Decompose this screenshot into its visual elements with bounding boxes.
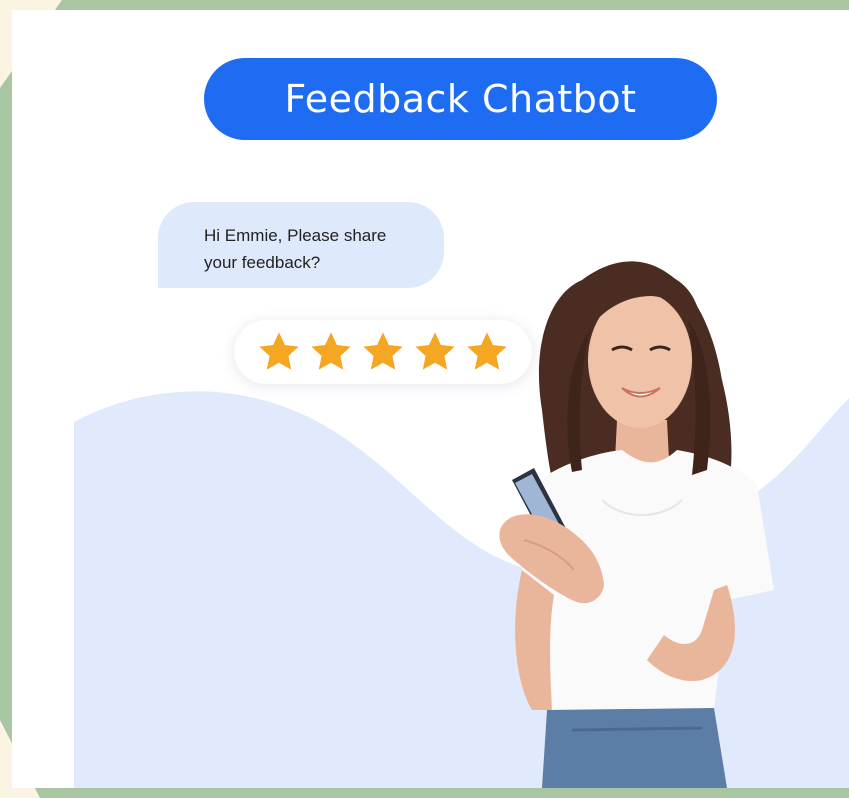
star-icon[interactable] [359,328,407,376]
chat-message-line: Hi Emmie, Please share [204,226,387,245]
chat-message-line: your feedback? [204,253,321,272]
star-icon[interactable] [255,328,303,376]
feedback-card: Feedback Chatbot Hi Emmie, Please share … [12,10,849,788]
title-banner: Feedback Chatbot [204,58,717,140]
woman-with-phone-illustration [499,261,774,788]
star-icon[interactable] [307,328,355,376]
page-title: Feedback Chatbot [284,77,637,121]
promo-image: Feedback Chatbot Hi Emmie, Please share … [0,0,849,798]
chat-bubble: Hi Emmie, Please share your feedback? [158,202,444,288]
